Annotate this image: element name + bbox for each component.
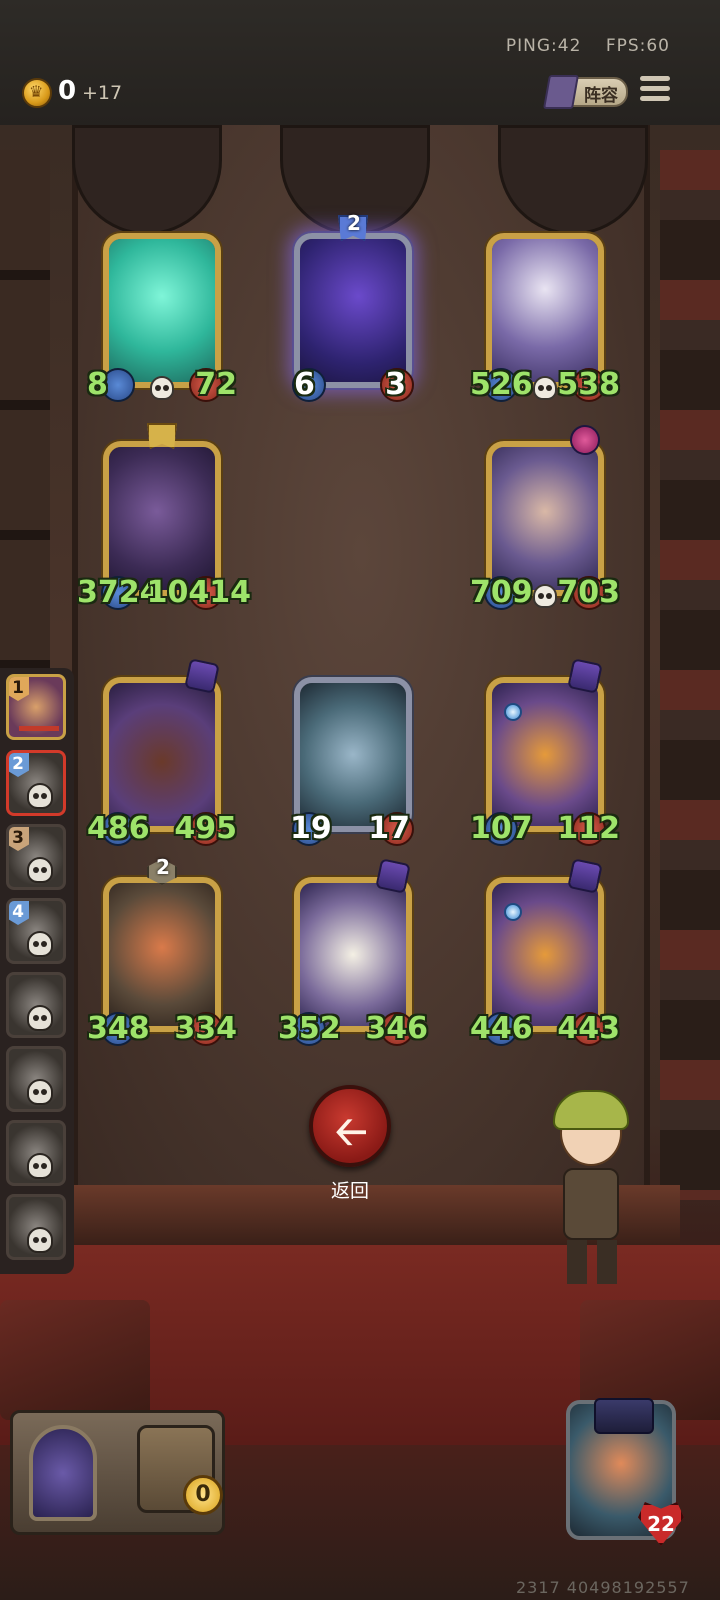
player-slot[interactable] bbox=[6, 1194, 66, 1260]
user-id: 2317 40498192557 bbox=[516, 1578, 690, 1597]
magic-mirror-icon bbox=[29, 1425, 97, 1521]
minion-tier: 2 bbox=[347, 211, 361, 235]
minion-attack: 709 bbox=[470, 575, 533, 610]
ghost-warrior-art bbox=[109, 239, 215, 382]
player-slot[interactable]: 1 bbox=[6, 674, 66, 740]
ping-text: PING:42 bbox=[505, 36, 582, 56]
skull-icon bbox=[27, 1153, 53, 1179]
top-hat-icon bbox=[375, 858, 411, 894]
actor-art bbox=[492, 447, 598, 590]
arrow-left-icon: 🡠 bbox=[335, 1109, 368, 1155]
book-icon bbox=[543, 75, 579, 109]
bookshelf-right bbox=[660, 150, 720, 1200]
top-bar: PING:42 FPS:60 0 +17 阵容 bbox=[0, 0, 720, 125]
minion-card[interactable]: 2 348 334 bbox=[87, 855, 237, 1046]
shopkeeper-character bbox=[545, 1090, 635, 1290]
archer-art bbox=[109, 883, 215, 1026]
player-slot[interactable]: 4 bbox=[6, 898, 66, 964]
skull-icon bbox=[27, 1227, 53, 1253]
skull-icon bbox=[533, 584, 557, 608]
minion-attack: 352 bbox=[278, 1011, 341, 1046]
gold-count: 0 bbox=[58, 76, 77, 106]
top-hat-icon bbox=[567, 858, 603, 894]
void-beast-art bbox=[300, 239, 406, 382]
minion-health: 10414 bbox=[146, 575, 251, 610]
minion-attack: 6 bbox=[294, 367, 315, 402]
minion-health: 112 bbox=[557, 811, 620, 846]
shop-gold-count: 0 bbox=[183, 1475, 223, 1515]
back-button[interactable]: 🡠 bbox=[309, 1085, 391, 1167]
hamburger-menu-icon[interactable] bbox=[640, 76, 670, 104]
top-hat-icon bbox=[184, 658, 220, 694]
minion-card[interactable]: 709 703 bbox=[470, 422, 620, 610]
top-hat-icon bbox=[567, 658, 603, 694]
skull-icon bbox=[27, 1005, 53, 1031]
boar-art bbox=[109, 683, 215, 826]
minion-card[interactable]: 352 346 bbox=[278, 858, 428, 1046]
minion-card[interactable]: 486 495 bbox=[87, 658, 237, 846]
player-health-bar bbox=[19, 726, 59, 731]
minion-health: 703 bbox=[557, 575, 620, 610]
minion-attack: 446 bbox=[470, 1011, 533, 1046]
minion-health: 443 bbox=[557, 1011, 620, 1046]
minion-attack: 486 bbox=[87, 811, 150, 846]
minion-card[interactable]: 3724 10414 bbox=[77, 423, 251, 610]
tavern-shop[interactable]: 0 bbox=[10, 1410, 225, 1535]
fps-text: FPS:60 bbox=[605, 36, 670, 56]
minion-card[interactable]: 2 6 3 bbox=[292, 211, 414, 402]
hero-health: 22 bbox=[647, 1512, 675, 1536]
crown-coin-icon bbox=[22, 78, 52, 108]
minion-card[interactable]: 8 72 bbox=[87, 233, 237, 402]
player-slot[interactable] bbox=[6, 1120, 66, 1186]
back-label: 返回 bbox=[330, 1180, 369, 1202]
minion-health: 3 bbox=[385, 367, 406, 402]
player-slot[interactable]: 3 bbox=[6, 824, 66, 890]
skull-icon bbox=[150, 376, 174, 400]
dragon-art bbox=[109, 447, 215, 590]
book-pile-left bbox=[0, 1300, 150, 1420]
wizard-art bbox=[492, 239, 598, 382]
minion-health: 17 bbox=[368, 811, 410, 846]
player-slot[interactable] bbox=[6, 1046, 66, 1112]
minion-health: 72 bbox=[195, 367, 237, 402]
player-rank: 4 bbox=[9, 901, 29, 925]
minion-attack: 348 bbox=[87, 1011, 150, 1046]
lineup-button[interactable]: 阵容 bbox=[543, 75, 628, 109]
player-rank: 3 bbox=[9, 827, 29, 851]
minion-attack: 19 bbox=[290, 811, 332, 846]
minion-health: 346 bbox=[365, 1011, 428, 1046]
gem-icon bbox=[504, 703, 522, 721]
cow-art bbox=[300, 883, 406, 1026]
top-hat-icon bbox=[594, 1398, 654, 1434]
player-slot[interactable]: 2 bbox=[6, 750, 66, 816]
skull-icon bbox=[27, 857, 53, 883]
minion-card[interactable]: 19 17 bbox=[290, 677, 414, 846]
minion-health: 334 bbox=[174, 1011, 237, 1046]
minion-attack: 8 bbox=[87, 367, 108, 402]
skull-icon bbox=[27, 931, 53, 957]
skull-icon bbox=[27, 1079, 53, 1105]
minion-health: 495 bbox=[174, 811, 237, 846]
gem-icon bbox=[504, 903, 522, 921]
minion-card[interactable]: 446 443 bbox=[470, 858, 620, 1046]
gold-income: +17 bbox=[82, 82, 123, 104]
skull-icon bbox=[533, 376, 557, 400]
minion-tier: 2 bbox=[156, 855, 170, 879]
skull-icon bbox=[27, 783, 53, 809]
player-rank: 2 bbox=[9, 753, 29, 777]
player-slot[interactable] bbox=[6, 972, 66, 1038]
minion-health: 538 bbox=[557, 367, 620, 402]
minion-card[interactable]: 526 538 bbox=[470, 233, 620, 402]
horned-beast-art bbox=[300, 683, 406, 826]
player-rank: 1 bbox=[9, 677, 29, 701]
player-list: 1 2 3 4 bbox=[0, 668, 74, 1274]
lineup-label: 阵容 bbox=[584, 86, 618, 106]
minion-attack: 107 bbox=[470, 811, 533, 846]
minion-card[interactable]: 107 112 bbox=[470, 658, 620, 846]
minion-attack: 526 bbox=[470, 367, 533, 402]
network-stats: PING:42 FPS:60 bbox=[488, 36, 670, 56]
game-screen: PING:42 FPS:60 0 +17 阵容 8 72 2 6 3 bbox=[0, 0, 720, 1600]
